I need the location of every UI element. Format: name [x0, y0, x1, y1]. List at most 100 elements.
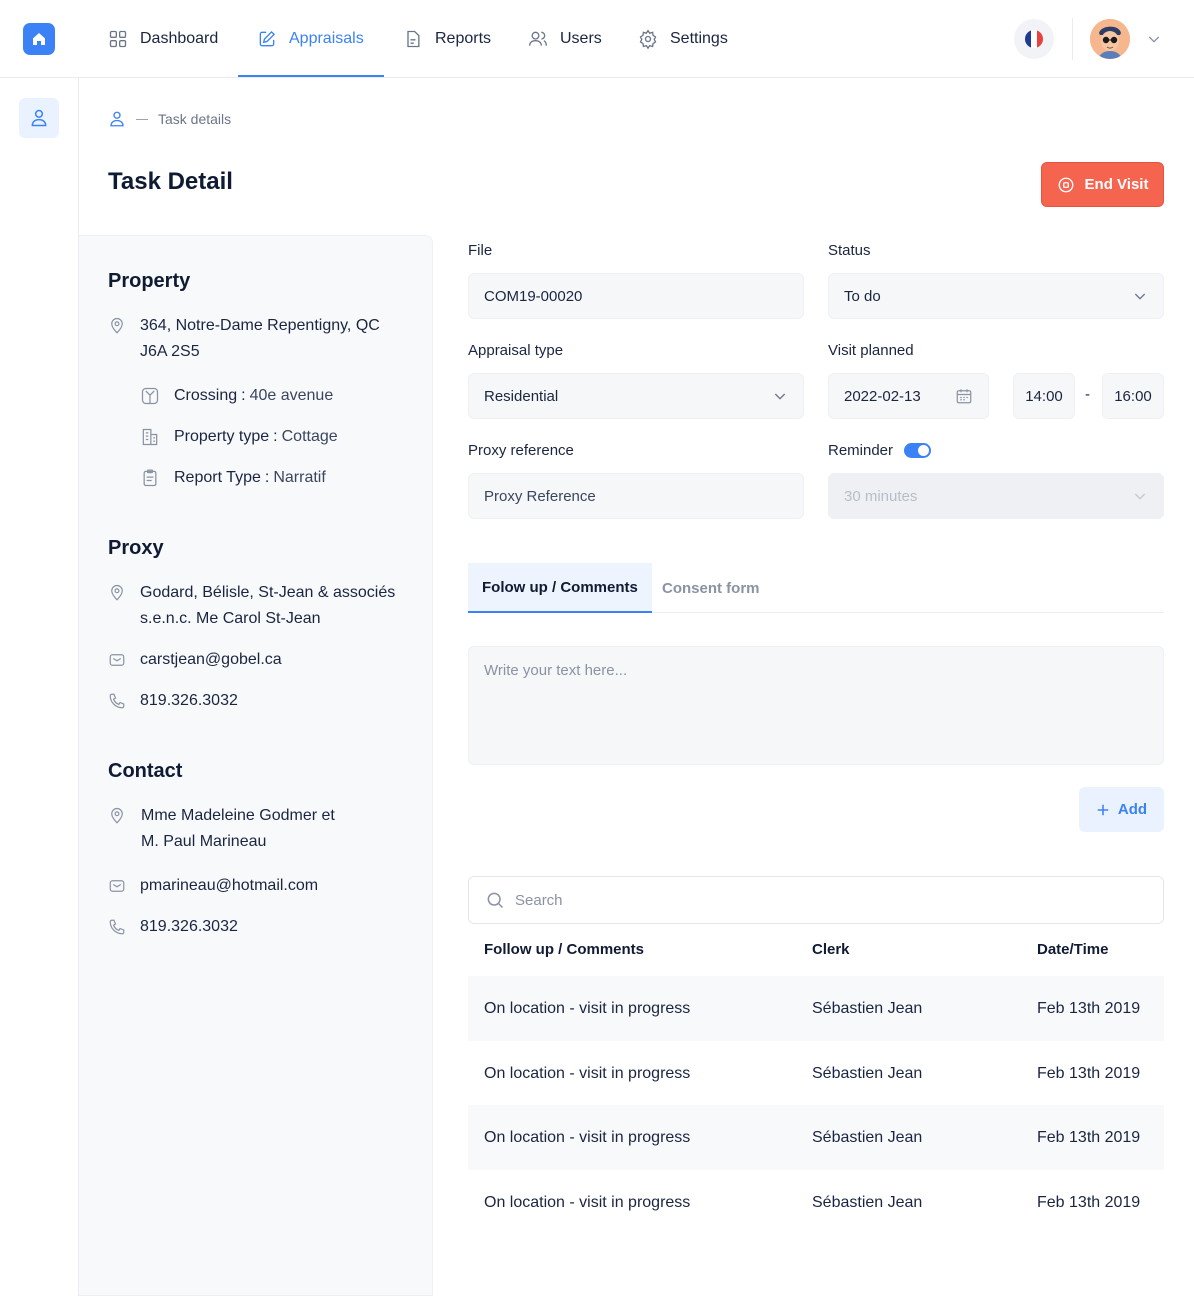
column-header-comments[interactable]: Follow up / Comments — [484, 941, 644, 958]
reminder-select[interactable]: 30 minutes — [828, 473, 1164, 519]
end-visit-button[interactable]: End Visit — [1041, 162, 1164, 207]
contact-phone[interactable]: 819.326.3032 — [140, 914, 238, 940]
address-line2: J6A 2S5 — [140, 343, 200, 360]
phone-icon — [109, 919, 125, 935]
file-label: File — [468, 242, 493, 259]
end-visit-label: End Visit — [1084, 176, 1149, 193]
chevron-down-icon[interactable] — [1146, 31, 1162, 47]
contact-email-row: pmarineau@hotmail.com — [108, 873, 318, 899]
top-navbar: Dashboard Appraisals Reports Users Setti… — [0, 0, 1194, 78]
users-icon — [529, 31, 547, 46]
nav-dashboard[interactable]: Dashboard — [108, 0, 218, 78]
calendar-icon[interactable] — [955, 387, 973, 405]
file-field[interactable]: COM19-00020 — [468, 273, 804, 319]
visit-start-field[interactable]: 14:00 — [1013, 373, 1075, 419]
chevron-down-icon — [1134, 493, 1146, 500]
table-row[interactable]: On location - visit in progress Sébastie… — [468, 976, 1164, 1041]
contact-name: Mme Madeleine Godmer et M. Paul Marineau — [108, 803, 335, 855]
page-title: Task Detail — [108, 168, 233, 195]
nav-appraisals[interactable]: Appraisals — [257, 0, 364, 78]
search-input[interactable]: Search — [468, 876, 1164, 924]
tab-consent-form[interactable]: Consent form — [648, 563, 774, 613]
tab-label: Folow up / Comments — [482, 578, 638, 596]
appraisal-type-select[interactable]: Residential — [468, 373, 804, 419]
user-icon — [31, 109, 47, 127]
property-type-value: Cottage — [281, 428, 338, 445]
comment-placeholder: Write your text here... — [484, 662, 628, 679]
table-row[interactable]: On location - visit in progress Sébastie… — [468, 1105, 1164, 1170]
proxy-name: Godard, Bélisle, St-Jean & associés s.e.… — [108, 580, 395, 632]
mail-icon — [109, 654, 125, 666]
clerk-cell: Sébastien Jean — [812, 1193, 923, 1211]
visit-date: 2022-02-13 — [844, 387, 921, 405]
report-type-label: Report Type — [174, 469, 261, 486]
clerk-cell: Sébastien Jean — [812, 1128, 923, 1146]
property-type-row: Property type: Cottage — [140, 427, 338, 447]
report-type-row: Report Type: Narratif — [140, 468, 326, 488]
nav-reports[interactable]: Reports — [403, 0, 491, 78]
property-address: 364, Notre-Dame Repentigny, QC J6A 2S5 — [108, 313, 380, 365]
contact-name-line1: Mme Madeleine Godmer et — [141, 807, 335, 824]
proxy-title: Proxy — [108, 537, 164, 559]
nav-users[interactable]: Users — [528, 0, 602, 78]
proxy-email[interactable]: carstjean@gobel.ca — [140, 647, 282, 673]
crossing-icon — [141, 387, 159, 405]
breadcrumb-separator — [136, 118, 148, 120]
comment-textarea[interactable]: Write your text here... — [468, 646, 1164, 765]
property-title: Property — [108, 270, 191, 292]
rail-user-button[interactable] — [19, 98, 59, 138]
breadcrumb: Task details — [108, 110, 231, 128]
proxy-phone[interactable]: 819.326.3032 — [140, 688, 238, 714]
proxy-reference-input[interactable]: Proxy Reference — [468, 473, 804, 519]
user-icon[interactable] — [108, 110, 126, 128]
separator: : — [241, 387, 246, 404]
home-icon[interactable] — [23, 23, 55, 55]
contact-email[interactable]: pmarineau@hotmail.com — [140, 873, 318, 899]
side-rail — [0, 78, 79, 1296]
nav-label: Appraisals — [289, 30, 364, 47]
tab-label: Consent form — [662, 579, 760, 597]
column-header-clerk[interactable]: Clerk — [812, 941, 850, 958]
contact-title: Contact — [108, 760, 183, 782]
clerk-cell: Sébastien Jean — [812, 1064, 923, 1082]
gear-icon — [639, 29, 657, 49]
comment-cell: On location - visit in progress — [484, 1193, 691, 1211]
table-row[interactable]: On location - visit in progress Sébastie… — [468, 1170, 1164, 1235]
appraisal-type-label: Appraisal type — [468, 342, 564, 359]
nav-settings[interactable]: Settings — [638, 0, 728, 78]
nav-label: Settings — [670, 30, 728, 47]
datetime-cell: Feb 13th 2019 — [1037, 1128, 1141, 1146]
address-line1: 364, Notre-Dame Repentigny, QC — [140, 317, 380, 334]
crossing-value: 40e avenue — [249, 387, 334, 404]
chevron-down-icon — [1134, 293, 1146, 300]
visit-end: 16:00 — [1114, 387, 1152, 405]
chevron-down-icon — [774, 393, 786, 400]
proxy-name-line1: Godard, Bélisle, St-Jean & associés — [140, 584, 396, 601]
phone-icon — [109, 693, 125, 709]
visit-start: 14:00 — [1025, 387, 1063, 405]
add-comment-button[interactable]: Add — [1079, 787, 1164, 832]
reminder-label: Reminder — [828, 442, 894, 459]
status-select[interactable]: To do — [828, 273, 1164, 319]
plus-icon — [1097, 804, 1109, 815]
visit-date-field[interactable]: 2022-02-13 — [828, 373, 989, 419]
avatar[interactable] — [1090, 19, 1130, 59]
column-header-datetime[interactable]: Date/Time — [1037, 941, 1108, 958]
stop-icon — [1058, 177, 1073, 192]
proxy-email-row: carstjean@gobel.ca — [108, 647, 282, 673]
edit-icon — [259, 30, 276, 47]
search-placeholder: Search — [515, 891, 563, 909]
proxy-name-line2: s.e.n.c. Me Carol St-Jean — [140, 610, 321, 627]
clerk-cell: Sébastien Jean — [812, 999, 923, 1017]
visit-end-field[interactable]: 16:00 — [1102, 373, 1164, 419]
location-pin-icon — [111, 317, 123, 334]
tab-follow-up[interactable]: Folow up / Comments — [468, 563, 652, 613]
language-switcher[interactable] — [1014, 19, 1054, 59]
property-type-label: Property type — [174, 428, 270, 445]
proxy-reference-placeholder: Proxy Reference — [484, 487, 596, 505]
table-row[interactable]: On location - visit in progress Sébastie… — [468, 1041, 1164, 1106]
datetime-cell: Feb 13th 2019 — [1037, 999, 1141, 1017]
appraisal-type-value: Residential — [484, 387, 559, 405]
nav-label: Users — [560, 30, 602, 47]
reminder-toggle[interactable] — [904, 443, 931, 458]
